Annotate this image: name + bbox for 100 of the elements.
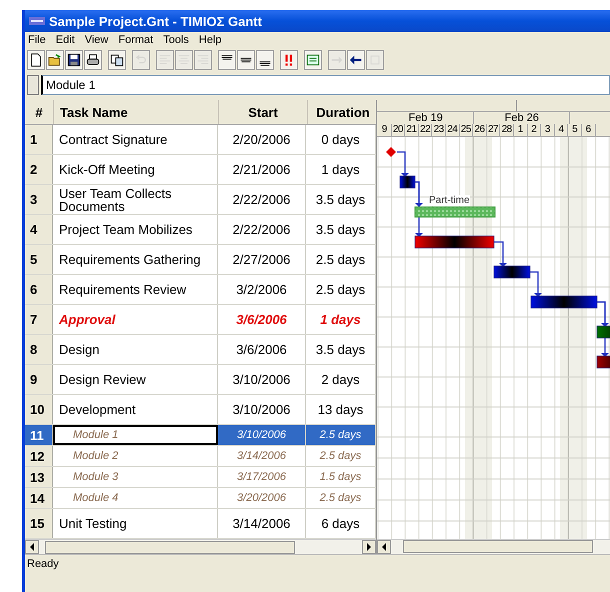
row-bottom-icon[interactable] bbox=[256, 50, 274, 70]
row-number: 1 bbox=[25, 125, 53, 154]
week-label: Feb 19 bbox=[378, 112, 474, 124]
table-cell: Project Team Mobilizes bbox=[53, 215, 218, 244]
row-number: 3 bbox=[25, 185, 53, 214]
table-cell: Development bbox=[53, 395, 218, 424]
copy-icon[interactable] bbox=[108, 50, 126, 70]
task-row[interactable]: 4 Project Team Mobilizes 2/22/2006 3.5 days bbox=[25, 215, 376, 245]
table-cell: 3/6/2006 bbox=[218, 335, 306, 364]
scroll-thumb[interactable] bbox=[45, 540, 295, 554]
scroll-left-icon[interactable] bbox=[29, 543, 35, 551]
critical-icon[interactable] bbox=[280, 50, 298, 70]
task-row[interactable]: 3 User Team Collects Documents 2/22/2006 3.5 days bbox=[25, 185, 376, 215]
task-row[interactable]: 8 Design 3/6/2006 3.5 days bbox=[25, 335, 376, 365]
print-icon[interactable] bbox=[84, 50, 102, 70]
day-label: 20 bbox=[392, 124, 406, 136]
task-row[interactable]: 7 Approval 3/6/2006 1 days bbox=[25, 305, 376, 335]
row-number: 14 bbox=[25, 488, 53, 508]
day-label: 3 bbox=[541, 124, 555, 136]
table-cell: 2/21/2006 bbox=[218, 155, 306, 184]
day-label: 23 bbox=[432, 124, 446, 136]
open-icon[interactable] bbox=[46, 50, 64, 70]
day-label: 2 bbox=[528, 124, 542, 136]
row-number: 12 bbox=[25, 446, 53, 466]
task-bar[interactable] bbox=[596, 356, 610, 368]
row-number: 7 bbox=[25, 305, 53, 334]
outdent-icon[interactable] bbox=[347, 50, 365, 70]
task-row[interactable]: 5 Requirements Gathering 2/27/2006 2.5 days bbox=[25, 245, 376, 275]
table-cell: 3/17/2006 bbox=[218, 467, 306, 487]
row-number: 8 bbox=[25, 335, 53, 364]
dependency-arrow bbox=[397, 151, 409, 177]
task-row[interactable]: 2 Kick-Off Meeting 2/21/2006 1 days bbox=[25, 155, 376, 185]
table-cell: 2/22/2006 bbox=[218, 185, 306, 214]
task-row[interactable]: 9 Design Review 3/10/2006 2 days bbox=[25, 365, 376, 395]
task-row[interactable]: 10 Development 3/10/2006 13 days bbox=[25, 395, 376, 425]
scroll-thumb[interactable] bbox=[403, 540, 593, 554]
row-indicator bbox=[27, 75, 39, 95]
table-cell: 3/14/2006 bbox=[218, 446, 306, 466]
menu-item[interactable]: Edit bbox=[56, 34, 75, 46]
table-cell: User Team Collects Documents bbox=[53, 185, 218, 214]
table-cell: Kick-Off Meeting bbox=[53, 155, 218, 184]
column-header[interactable]: Start bbox=[219, 100, 308, 124]
scroll-right-icon[interactable] bbox=[366, 543, 372, 551]
row-number: 2 bbox=[25, 155, 53, 184]
task-bar[interactable] bbox=[494, 266, 530, 278]
task-bar[interactable] bbox=[414, 206, 496, 218]
day-label: 26 bbox=[473, 124, 487, 136]
column-header[interactable]: # bbox=[25, 100, 54, 124]
table-cell: Requirements Review bbox=[53, 275, 218, 304]
row-number: 5 bbox=[25, 245, 53, 274]
horizontal-scrollbar[interactable] bbox=[377, 538, 610, 554]
table-cell: 2/27/2006 bbox=[218, 245, 306, 274]
day-label: 24 bbox=[446, 124, 460, 136]
task-row[interactable]: 11 Module 1 3/10/2006 2.5 days bbox=[25, 425, 376, 446]
task-row[interactable]: 6 Requirements Review 3/2/2006 2.5 days bbox=[25, 275, 376, 305]
task-row[interactable]: 12 Module 2 3/14/2006 2.5 days bbox=[25, 446, 376, 467]
row-top-icon[interactable] bbox=[218, 50, 236, 70]
table-cell: Module 1 bbox=[53, 425, 218, 445]
milestone-diamond[interactable] bbox=[386, 147, 396, 157]
table-cell: Module 2 bbox=[53, 446, 218, 466]
table-cell: 3/6/2006 bbox=[218, 305, 306, 334]
task-row[interactable]: 15 Unit Testing 3/14/2006 6 days bbox=[25, 509, 376, 539]
table-cell: 3/2/2006 bbox=[218, 275, 306, 304]
save-icon[interactable] bbox=[65, 50, 83, 70]
week-label: Feb 26 bbox=[474, 112, 570, 124]
task-bar[interactable] bbox=[530, 296, 598, 308]
row-number: 13 bbox=[25, 467, 53, 487]
task-bar[interactable] bbox=[414, 236, 494, 248]
task-bar[interactable] bbox=[400, 176, 416, 188]
day-label: 28 bbox=[500, 124, 514, 136]
table-cell: Design bbox=[53, 335, 218, 364]
scroll-left-icon[interactable] bbox=[381, 542, 387, 551]
table-cell: Module 3 bbox=[53, 467, 218, 487]
new-icon[interactable] bbox=[27, 50, 45, 70]
day-label: 6 bbox=[582, 124, 596, 136]
table-cell: 3/14/2006 bbox=[218, 509, 306, 538]
table-cell: Contract Signature bbox=[53, 125, 218, 154]
day-label: 1 bbox=[514, 124, 528, 136]
table-cell: 3/10/2006 bbox=[218, 395, 306, 424]
menu-item[interactable]: View bbox=[84, 34, 108, 46]
task-row[interactable]: 1 Contract Signature 2/20/2006 0 days bbox=[25, 125, 376, 155]
row-middle-icon[interactable] bbox=[237, 50, 255, 70]
day-label: 27 bbox=[486, 124, 500, 136]
task-row[interactable]: 14 Module 4 3/20/2006 2.5 days bbox=[25, 488, 376, 509]
table-cell: Requirements Gathering bbox=[53, 245, 218, 274]
table-cell: 2/20/2006 bbox=[218, 125, 306, 154]
menu-item[interactable]: Tools bbox=[163, 34, 189, 46]
menu-item[interactable]: Format bbox=[118, 34, 154, 46]
horizontal-scrollbar[interactable] bbox=[25, 539, 376, 554]
bar-label: Part-time bbox=[429, 195, 470, 206]
app-icon bbox=[29, 17, 45, 25]
task-row[interactable]: 13 Module 3 3/17/2006 1.5 days bbox=[25, 467, 376, 488]
row-number: 6 bbox=[25, 275, 53, 304]
row-number: 4 bbox=[25, 215, 53, 244]
menu-item[interactable]: File bbox=[28, 34, 46, 46]
day-label: 4 bbox=[554, 124, 568, 136]
task-bar[interactable] bbox=[596, 326, 610, 338]
menu-item[interactable]: Help bbox=[198, 34, 222, 46]
column-header[interactable]: Task Name bbox=[54, 100, 219, 124]
cell-edit-field[interactable]: Module 1 bbox=[41, 75, 610, 95]
